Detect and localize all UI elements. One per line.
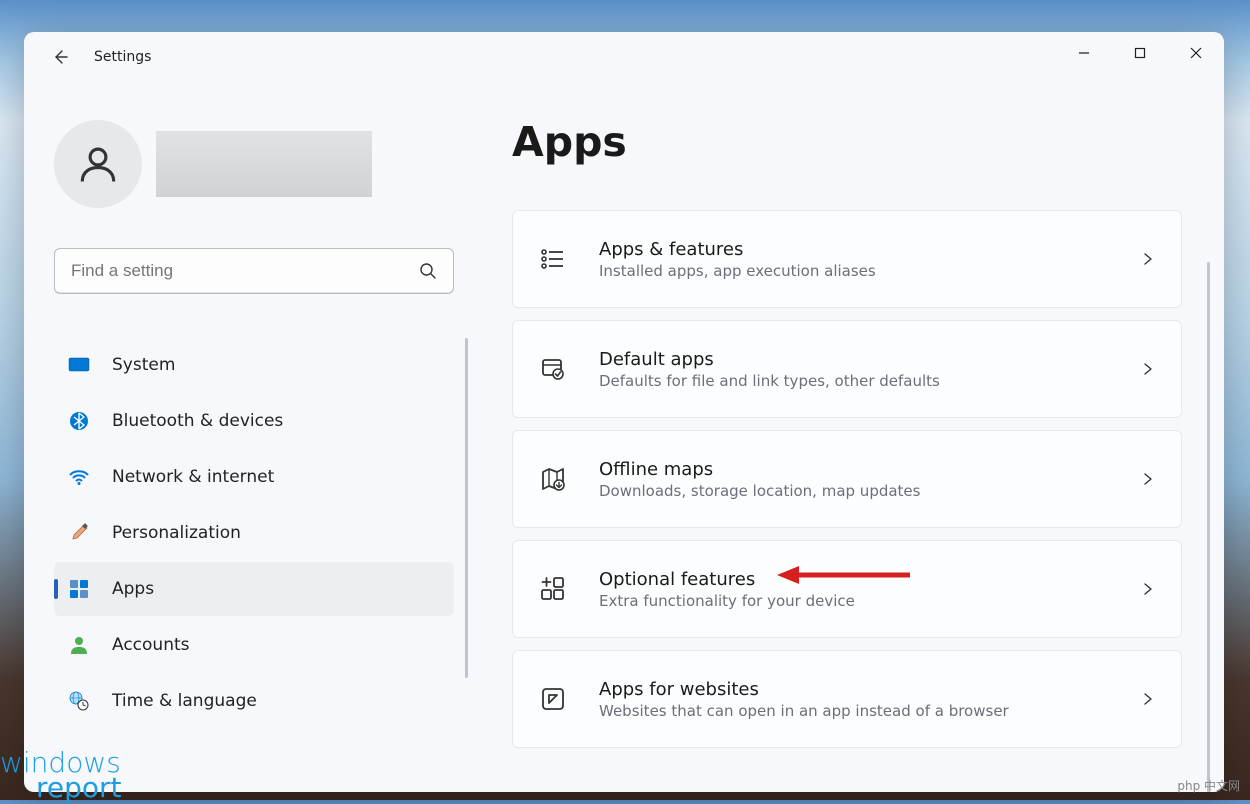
nav-label: Accounts — [112, 635, 190, 655]
apps-icon — [68, 578, 90, 600]
sidebar-scrollbar[interactable] — [465, 338, 468, 678]
chevron-right-icon — [1141, 472, 1155, 486]
profile-name-redacted — [156, 131, 372, 197]
avatar — [54, 120, 142, 208]
minimize-button[interactable] — [1056, 32, 1112, 74]
sidebar-item-network[interactable]: Network & internet — [54, 450, 454, 504]
window-title: Settings — [94, 49, 151, 65]
watermark-left: windowsreport — [0, 750, 122, 800]
optional-features-icon — [539, 575, 567, 603]
search-icon — [419, 262, 437, 280]
card-title: Apps & features — [599, 239, 1141, 260]
card-apps-for-websites[interactable]: Apps for websites Websites that can open… — [512, 650, 1182, 748]
user-icon — [77, 143, 119, 185]
settings-window: Settings — [24, 32, 1224, 792]
system-icon — [68, 354, 90, 376]
chevron-right-icon — [1141, 582, 1155, 596]
nav-label: Apps — [112, 579, 154, 599]
card-apps-features[interactable]: Apps & features Installed apps, app exec… — [512, 210, 1182, 308]
sidebar-item-bluetooth[interactable]: Bluetooth & devices — [54, 394, 454, 448]
card-optional-features[interactable]: Optional features Extra functionality fo… — [512, 540, 1182, 638]
card-title: Offline maps — [599, 459, 1141, 480]
page-title: Apps — [512, 118, 1182, 166]
content: System Bluetooth & devices Network & int… — [24, 82, 1224, 792]
minimize-icon — [1078, 47, 1090, 59]
bluetooth-icon — [68, 410, 90, 432]
brush-icon — [68, 522, 90, 544]
nav-label: Network & internet — [112, 467, 274, 487]
nav-label: Time & language — [112, 691, 257, 711]
sidebar-item-accounts[interactable]: Accounts — [54, 618, 454, 672]
nav-label: Bluetooth & devices — [112, 411, 283, 431]
search-box[interactable] — [54, 248, 454, 294]
card-title: Apps for websites — [599, 679, 1141, 700]
card-desc: Downloads, storage location, map updates — [599, 482, 1141, 500]
close-icon — [1190, 47, 1202, 59]
back-button[interactable] — [48, 45, 72, 69]
card-title: Default apps — [599, 349, 1141, 370]
maximize-button[interactable] — [1112, 32, 1168, 74]
apps-websites-icon — [539, 685, 567, 713]
chevron-right-icon — [1141, 362, 1155, 376]
profile[interactable] — [54, 120, 454, 208]
nav-label: System — [112, 355, 175, 375]
card-desc: Websites that can open in an app instead… — [599, 702, 1141, 720]
card-offline-maps[interactable]: Offline maps Downloads, storage location… — [512, 430, 1182, 528]
sidebar: System Bluetooth & devices Network & int… — [24, 82, 484, 792]
wifi-icon — [68, 466, 90, 488]
nav-label: Personalization — [112, 523, 241, 543]
sidebar-item-apps[interactable]: Apps — [54, 562, 454, 616]
card-desc: Installed apps, app execution aliases — [599, 262, 1141, 280]
list-icon — [539, 245, 567, 273]
sidebar-item-system[interactable]: System — [54, 338, 454, 392]
watermark-right: php 中文网 — [1177, 777, 1240, 794]
card-default-apps[interactable]: Default apps Defaults for file and link … — [512, 320, 1182, 418]
card-desc: Extra functionality for your device — [599, 592, 1141, 610]
main-scrollbar[interactable] — [1207, 262, 1210, 792]
main-pane: Apps Apps & features Installed apps, app… — [484, 82, 1224, 792]
window-controls — [1056, 32, 1224, 74]
chevron-right-icon — [1141, 252, 1155, 266]
close-button[interactable] — [1168, 32, 1224, 74]
maximize-icon — [1134, 47, 1146, 59]
search-input[interactable] — [71, 261, 419, 281]
default-apps-icon — [539, 355, 567, 383]
chevron-right-icon — [1141, 692, 1155, 706]
clock-globe-icon — [68, 690, 90, 712]
card-desc: Defaults for file and link types, other … — [599, 372, 1141, 390]
accounts-icon — [68, 634, 90, 656]
sidebar-item-personalization[interactable]: Personalization — [54, 506, 454, 560]
settings-cards: Apps & features Installed apps, app exec… — [512, 210, 1182, 748]
titlebar: Settings — [24, 32, 1224, 82]
card-title: Optional features — [599, 569, 1141, 590]
nav: System Bluetooth & devices Network & int… — [54, 338, 454, 728]
arrow-left-icon — [52, 49, 68, 65]
sidebar-item-time[interactable]: Time & language — [54, 674, 454, 728]
map-icon — [539, 465, 567, 493]
